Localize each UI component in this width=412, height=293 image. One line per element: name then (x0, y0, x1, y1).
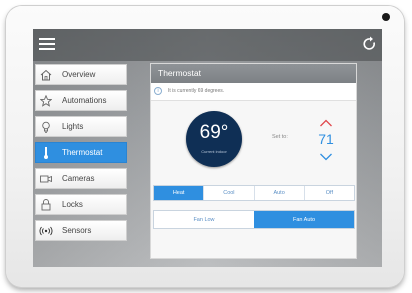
info-text: It is currently 69 degrees. (168, 88, 225, 94)
thermometer-icon (36, 142, 56, 163)
decrease-temperature-chevron-down-icon[interactable] (319, 149, 333, 161)
info-icon: i (154, 87, 162, 95)
star-icon (36, 90, 56, 111)
camera-icon (36, 168, 56, 189)
sidebar-item-label: Lights (62, 122, 84, 131)
top-bar (33, 29, 382, 61)
thermostat-panel: Thermostat i It is currently 69 degrees.… (150, 63, 357, 259)
mode-off-button[interactable]: Off (305, 186, 354, 200)
mode-selector: Heat Cool Auto Off (153, 185, 355, 201)
sidebar-item-overview[interactable]: Overview (35, 64, 127, 85)
sidebar-item-label: Thermostat (62, 148, 103, 157)
fan-low-button[interactable]: Fan Low (154, 211, 254, 228)
hamburger-menu-icon[interactable] (39, 37, 55, 51)
current-temperature-dial: 69° Current indoor (186, 111, 242, 167)
mode-auto-button[interactable]: Auto (255, 186, 305, 200)
lightbulb-icon (36, 116, 56, 137)
home-icon (36, 64, 56, 85)
current-temperature: 69° (199, 122, 229, 143)
panel-title: Thermostat (151, 64, 356, 83)
sidebar-item-label: Sensors (62, 226, 92, 235)
current-temperature-label: Current indoor (201, 149, 227, 154)
set-temperature-value: 71 (318, 131, 334, 147)
sidebar-item-label: Cameras (62, 174, 95, 183)
mode-cool-button[interactable]: Cool (204, 186, 255, 200)
fan-selector: Fan Low Fan Auto (153, 210, 355, 229)
info-row: i It is currently 69 degrees. (151, 83, 356, 101)
front-camera (382, 13, 390, 21)
sidebar-item-label: Overview (62, 70, 96, 79)
sidebar-item-locks[interactable]: Locks (35, 194, 127, 215)
refresh-icon[interactable] (363, 36, 377, 52)
mode-heat-button[interactable]: Heat (154, 186, 205, 200)
sidebar-item-sensors[interactable]: Sensors (35, 220, 127, 241)
signal-icon (36, 220, 56, 241)
sidebar-item-automations[interactable]: Automations (35, 90, 127, 111)
set-to-label: Set to: (272, 134, 288, 140)
sidebar-item-cameras[interactable]: Cameras (35, 168, 127, 189)
sidebar-item-lights[interactable]: Lights (35, 116, 127, 137)
lock-icon (36, 194, 56, 215)
increase-temperature-chevron-up-icon[interactable] (319, 115, 333, 127)
sidebar-item-thermostat[interactable]: Thermostat (35, 142, 127, 163)
tablet-screen: Overview Automations Lights Thermostat C… (33, 29, 382, 267)
fan-auto-button[interactable]: Fan Auto (254, 211, 354, 228)
sidebar-item-label: Automations (62, 96, 107, 105)
sidebar-item-label: Locks (62, 200, 83, 209)
